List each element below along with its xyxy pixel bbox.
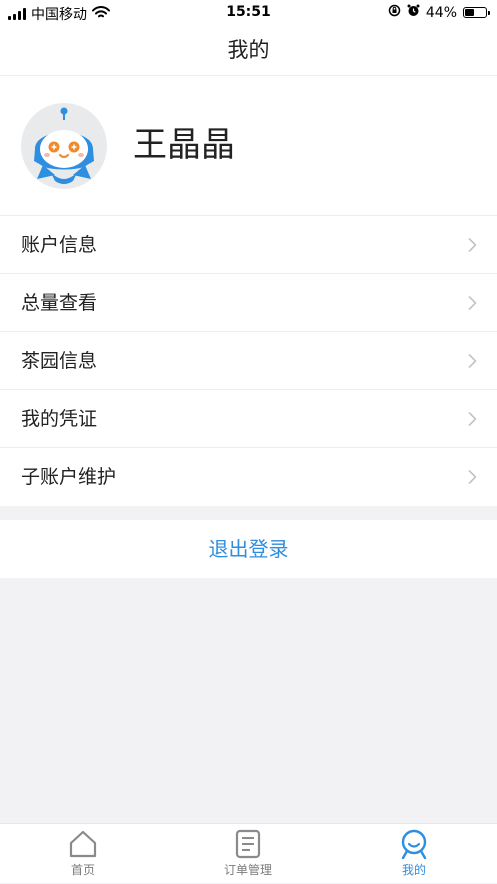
tab-home[interactable]: 首页 <box>23 824 143 884</box>
settings-menu: 账户信息 总量查看 茶园信息 我的凭证 子账户维护 <box>0 216 497 506</box>
tab-bar: 首页 订单管理 我的 <box>0 823 497 883</box>
tab-label: 订单管理 <box>223 863 272 877</box>
menu-item-sub-account[interactable]: 子账户维护 <box>0 448 497 506</box>
menu-item-label: 账户信息 <box>21 234 98 256</box>
tab-label: 我的 <box>401 863 426 877</box>
battery-percent: 44% <box>425 4 457 21</box>
menu-item-tea-garden-info[interactable]: 茶园信息 <box>0 332 497 390</box>
tab-order-management[interactable]: 订单管理 <box>188 824 308 884</box>
menu-item-label: 总量查看 <box>21 292 98 314</box>
order-icon <box>235 829 261 859</box>
menu-item-label: 子账户维护 <box>21 466 117 488</box>
status-bar: 中国移动 15:51 44% <box>0 0 497 26</box>
tab-label: 首页 <box>70 863 95 877</box>
menu-item-my-vouchers[interactable]: 我的凭证 <box>0 390 497 448</box>
alarm-icon <box>407 4 420 21</box>
profile-header[interactable]: 王晶晶 <box>0 76 497 216</box>
tab-mine[interactable]: 我的 <box>354 824 474 884</box>
battery-level-fill <box>465 9 474 16</box>
user-icon <box>401 829 427 859</box>
home-icon <box>69 830 97 858</box>
status-right: 44% <box>388 4 490 21</box>
logout-button[interactable]: 退出登录 <box>0 520 497 578</box>
menu-item-account-info[interactable]: 账户信息 <box>0 216 497 274</box>
chevron-right-icon <box>468 237 477 253</box>
page-title: 我的 <box>0 26 497 76</box>
battery-icon <box>463 7 490 18</box>
chevron-right-icon <box>468 411 477 427</box>
chevron-right-icon <box>468 353 477 369</box>
menu-item-label: 我的凭证 <box>21 408 98 430</box>
menu-item-total-view[interactable]: 总量查看 <box>0 274 497 332</box>
user-name: 王晶晶 <box>133 125 235 165</box>
avatar[interactable] <box>21 103 107 189</box>
chevron-right-icon <box>468 469 477 485</box>
menu-item-label: 茶园信息 <box>21 350 98 372</box>
orientation-lock-icon <box>388 4 401 21</box>
chevron-right-icon <box>468 295 477 311</box>
